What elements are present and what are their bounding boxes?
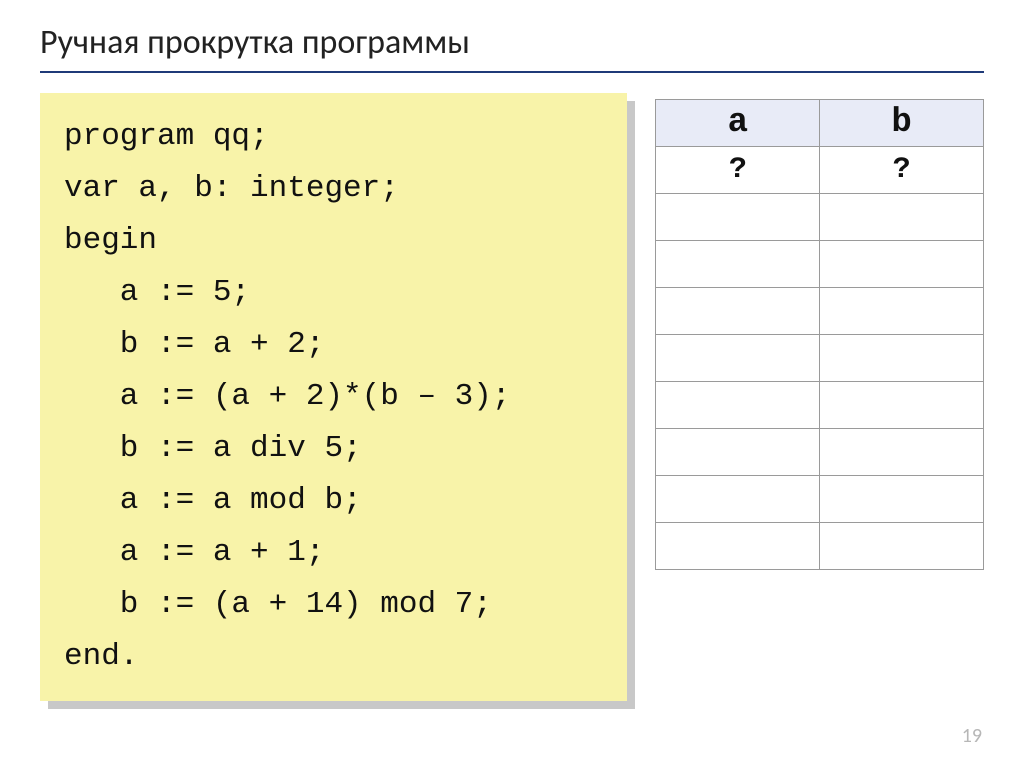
cell-b [820, 194, 984, 241]
table-row [656, 476, 984, 523]
code-line: program qq; [64, 119, 269, 154]
code-line: var a, b: integer; [64, 171, 399, 206]
code-box: program qq; var a, b: integer; begin a :… [40, 93, 627, 701]
cell-b [820, 335, 984, 382]
table-row [656, 523, 984, 570]
code-line: a := a + 1; [64, 535, 324, 570]
cell-a [656, 194, 820, 241]
table-row [656, 335, 984, 382]
cell-b: ? [820, 147, 984, 194]
content-row: program qq; var a, b: integer; begin a :… [40, 93, 984, 701]
page-title: Ручная прокрутка программы [40, 22, 984, 63]
table-row [656, 241, 984, 288]
title-rule [40, 71, 984, 73]
code-card: program qq; var a, b: integer; begin a :… [40, 93, 627, 701]
cell-a [656, 288, 820, 335]
page-number: 19 [962, 724, 982, 748]
cell-b [820, 288, 984, 335]
table-header-row: a b [656, 100, 984, 147]
cell-b [820, 241, 984, 288]
code-line: a := a mod b; [64, 483, 362, 518]
cell-b [820, 476, 984, 523]
slide: Ручная прокрутка программы program qq; v… [0, 0, 1024, 768]
code-line: begin [64, 223, 157, 258]
table-row [656, 288, 984, 335]
cell-a: ? [656, 147, 820, 194]
table-row [656, 194, 984, 241]
code-line: a := 5; [64, 275, 250, 310]
code-line: end. [64, 639, 138, 674]
cell-b [820, 382, 984, 429]
table-header-a: a [656, 100, 820, 147]
table-row [656, 382, 984, 429]
cell-a [656, 476, 820, 523]
code-line: b := a div 5; [64, 431, 362, 466]
cell-a [656, 335, 820, 382]
cell-b [820, 523, 984, 570]
cell-a [656, 241, 820, 288]
code-line: b := a + 2; [64, 327, 324, 362]
trace-table: a b ? ? [655, 99, 984, 570]
cell-a [656, 429, 820, 476]
table-header-b: b [820, 100, 984, 147]
code-line: a := (a + 2)*(b – 3); [64, 379, 510, 414]
code-line: b := (a + 14) mod 7; [64, 587, 492, 622]
cell-a [656, 523, 820, 570]
cell-b [820, 429, 984, 476]
table-row: ? ? [656, 147, 984, 194]
table-row [656, 429, 984, 476]
cell-a [656, 382, 820, 429]
